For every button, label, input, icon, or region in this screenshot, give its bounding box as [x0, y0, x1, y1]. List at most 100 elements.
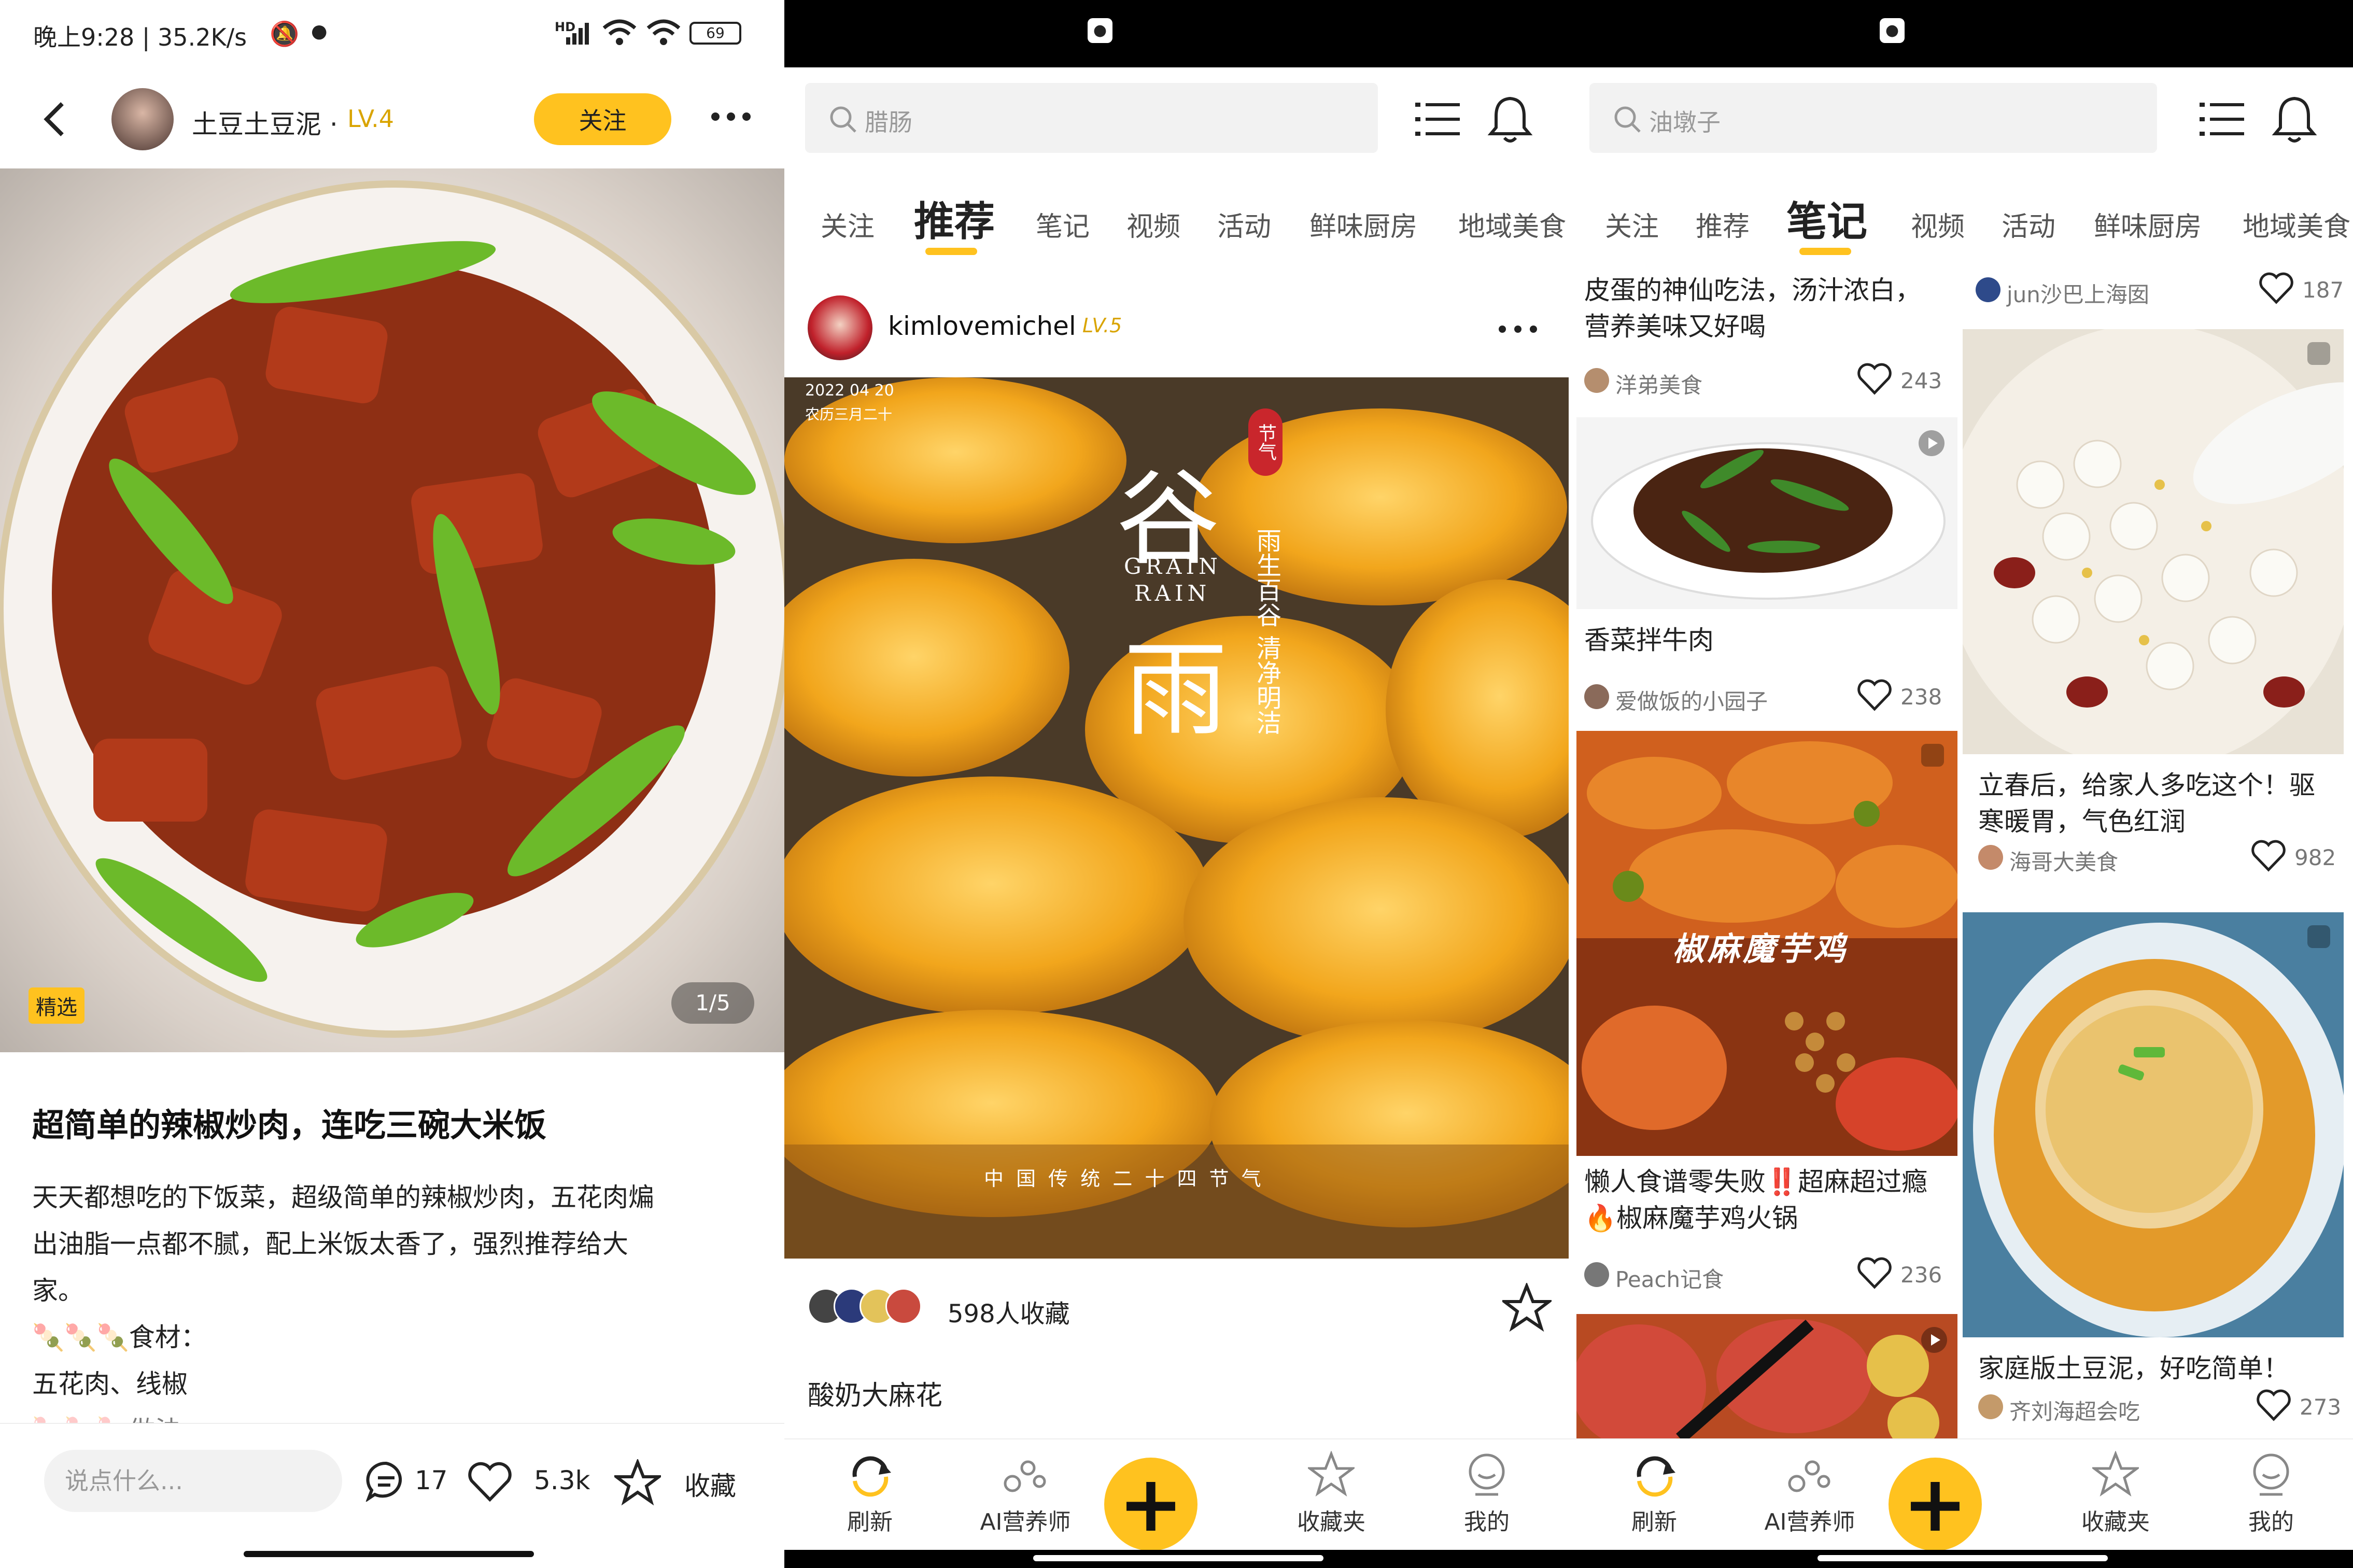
search-placeholder: 腊肠	[865, 108, 912, 136]
multi-image-icon	[2307, 925, 2330, 948]
note-image	[1963, 912, 2344, 1337]
tab-notes[interactable]: 笔记	[1786, 189, 1867, 247]
author-name[interactable]: 土豆土豆泥 ·	[192, 104, 338, 141]
nav-collections[interactable]: 收藏夹	[2038, 1439, 2193, 1543]
menu-list-icon[interactable]	[1414, 98, 1461, 140]
collect-star-icon[interactable]	[1502, 1283, 1552, 1332]
feed-notes-screen: ● 油墩子 关注 推荐 笔记 视频 活动 鲜味厨房 地域美食 皮蛋的神仙吃法，汤…	[1569, 0, 2353, 1568]
follow-button[interactable]: 关注	[534, 93, 671, 145]
note-card[interactable]: 皮蛋的神仙吃法，汤汁浓白，营养美味又好喝 洋弟美食 243	[1576, 259, 1957, 409]
note-card[interactable]: 立春后，给家人多吃这个！驱寒暖胃，气色红润 海哥大美食 982	[1963, 329, 2344, 881]
collections-star-icon	[2092, 1451, 2139, 1497]
like-heart-icon[interactable]	[1856, 1257, 1893, 1290]
note-title: 皮蛋的神仙吃法，汤汁浓白，营养美味又好喝	[1584, 275, 1921, 342]
back-arrow-icon[interactable]	[41, 101, 67, 137]
search-icon	[830, 106, 856, 133]
author-avatar[interactable]	[111, 88, 174, 150]
nav-refresh[interactable]: 刷新	[792, 1439, 948, 1543]
mashed-potato-image	[1963, 912, 2344, 1337]
tab-fresh-kitchen[interactable]: 鲜味厨房	[1309, 205, 1417, 244]
signal-bars-icon	[566, 23, 589, 45]
nav-refresh-label: 刷新	[847, 1509, 893, 1535]
search-bar[interactable]: 油墩子	[1589, 83, 2157, 153]
note-title: 懒人食谱零失败‼️超麻超过瘾🔥椒麻魔芋鸡火锅	[1584, 1167, 1928, 1233]
tab-regional-food[interactable]: 地域美食	[2243, 205, 2350, 244]
author-avatar[interactable]	[808, 295, 872, 360]
nav-ai-nutritionist[interactable]: AI营养师	[1732, 1439, 1887, 1543]
tab-activity[interactable]: 活动	[1217, 205, 1271, 244]
comment-input[interactable]: 说点什么...	[44, 1450, 342, 1512]
profile-icon	[1469, 1453, 1505, 1496]
avatar	[1976, 277, 2000, 302]
comment-icon[interactable]	[365, 1460, 407, 1502]
note-author: 海哥大美食	[2009, 850, 2119, 875]
nav-create-post[interactable]: +	[1102, 1439, 1257, 1551]
post-image[interactable]: 精选 1/5	[0, 168, 784, 1052]
tab-video[interactable]: 视频	[1911, 205, 1965, 244]
tab-video[interactable]: 视频	[1126, 205, 1180, 244]
tab-recommend[interactable]: 推荐	[914, 189, 995, 247]
tab-recommend[interactable]: 推荐	[1696, 205, 1750, 244]
avatar	[1584, 1262, 1609, 1287]
tab-follow[interactable]: 关注	[821, 205, 875, 244]
note-title: 立春后，给家人多吃这个！驱寒暖胃，气色红润	[1978, 770, 2315, 837]
note-author: 洋弟美食	[1615, 373, 1703, 398]
collections-star-icon	[1308, 1451, 1355, 1497]
multi-image-icon	[1921, 744, 1944, 767]
like-heart-icon[interactable]	[2250, 840, 2287, 873]
active-tab-indicator	[925, 248, 977, 255]
nav-me-label: 我的	[2248, 1509, 2294, 1535]
image-char-rain: 雨	[1124, 630, 1228, 751]
refresh-icon	[1637, 1456, 1675, 1497]
notification-bell-icon[interactable]	[2271, 93, 2318, 145]
ai-nutritionist-icon	[1004, 1460, 1046, 1492]
nav-ai-label: AI营养师	[1764, 1509, 1855, 1535]
like-heart-icon[interactable]	[1856, 363, 1893, 396]
menu-list-icon[interactable]	[2199, 98, 2245, 140]
note-image	[1576, 417, 1957, 609]
nav-me[interactable]: 我的	[2193, 1439, 2349, 1543]
nav-me[interactable]: 我的	[1409, 1439, 1565, 1543]
post-body-line: 家。	[32, 1276, 84, 1306]
collect-star-icon[interactable]	[614, 1459, 661, 1506]
add-post-button[interactable]: +	[1889, 1458, 1982, 1551]
tab-follow[interactable]: 关注	[1605, 205, 1659, 244]
note-author: jun沙巴上海囡	[2007, 282, 2149, 307]
post-image[interactable]: 2022 04 20 农历三月二十 节气 谷 GRAIN RAIN 雨 雨生百谷…	[784, 377, 1569, 1259]
note-image[interactable]	[1576, 1314, 1957, 1438]
tab-fresh-kitchen[interactable]: 鲜味厨房	[2094, 205, 2202, 244]
tab-regional-food[interactable]: 地域美食	[1458, 205, 1566, 244]
like-heart-icon[interactable]	[1856, 679, 1893, 712]
tab-activity[interactable]: 活动	[2002, 205, 2055, 244]
multi-image-icon	[2307, 342, 2330, 365]
nav-ai-nutritionist[interactable]: AI营养师	[948, 1439, 1103, 1543]
note-card[interactable]: 家庭版土豆泥，好吃简单！ 齐刘海超会吃 273	[1963, 912, 2344, 1436]
image-date: 2022 04 20	[805, 382, 894, 400]
notification-bell-icon[interactable]	[1487, 93, 1533, 145]
search-bar[interactable]: 腊肠	[805, 83, 1378, 153]
like-heart-icon[interactable]	[2258, 272, 2294, 305]
bottom-navigation: 刷新 AI营养师 + 收藏夹 我的	[1569, 1438, 2353, 1568]
post-title: 超简单的辣椒炒肉，连吃三碗大米饭	[32, 1106, 547, 1144]
note-card[interactable]: 香菜拌牛肉 爱做饭的小园子 238	[1576, 417, 1957, 728]
image-footer-text: 中 国 传 统 二 十 四 节 气	[984, 1167, 1264, 1190]
tab-notes[interactable]: 笔记	[1036, 205, 1090, 244]
more-options-icon[interactable]	[710, 109, 752, 124]
note-author: Peach记食	[1615, 1267, 1724, 1292]
nav-collections-label: 收藏夹	[2081, 1509, 2150, 1535]
status-bar: ●	[784, 0, 1569, 67]
nav-collections[interactable]: 收藏夹	[1253, 1439, 1409, 1543]
author-name[interactable]: kimlovemichel	[888, 311, 1076, 341]
image-en-grain: GRAIN	[1124, 554, 1222, 579]
nav-create-post[interactable]: +	[1886, 1439, 2041, 1551]
note-card[interactable]: 椒麻魔芋鸡 懒人食谱零失败‼️超麻超过瘾🔥椒麻魔芋鸡火锅	[1576, 731, 1957, 1249]
note-likes: 236	[1900, 1262, 1942, 1288]
like-heart-icon[interactable]	[2256, 1389, 2292, 1422]
like-heart-icon[interactable]	[467, 1461, 513, 1503]
collect-label[interactable]: 收藏	[684, 1465, 736, 1503]
nav-refresh[interactable]: 刷新	[1576, 1439, 1732, 1543]
nav-refresh-label: 刷新	[1631, 1509, 1677, 1535]
add-post-button[interactable]: +	[1104, 1458, 1197, 1551]
more-options-icon[interactable]	[1497, 321, 1539, 337]
home-indicator	[1033, 1555, 1323, 1561]
